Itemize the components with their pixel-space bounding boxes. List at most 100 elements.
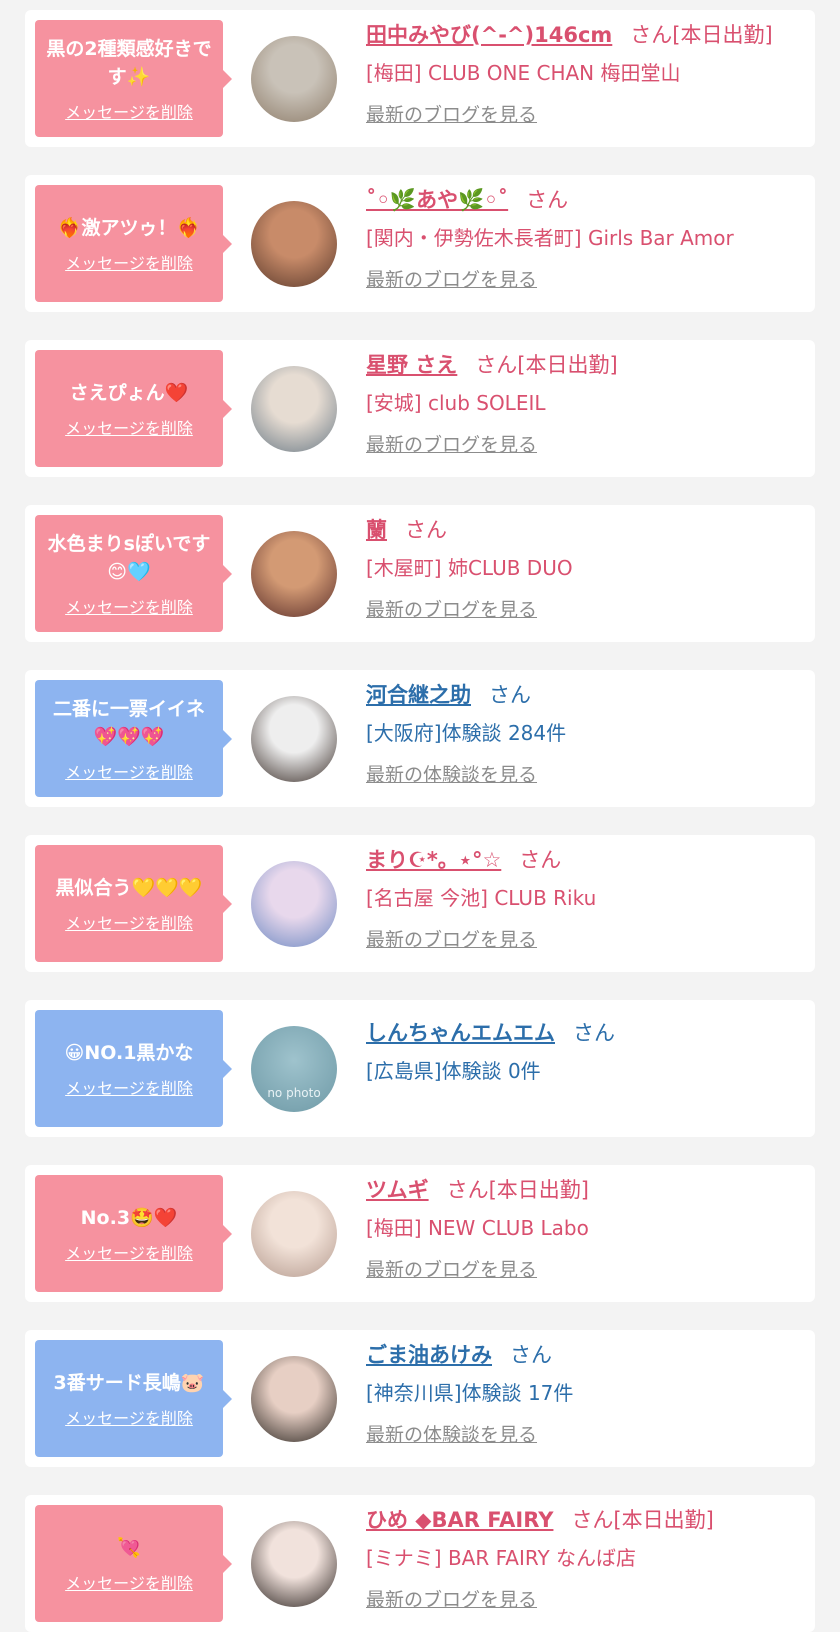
avatar[interactable] — [251, 531, 337, 617]
sender-info: ˚◦🌿あや🌿◦˚ さん [関内・伊勢佐木長者町] Girls Bar Amor 最新の… — [366, 183, 805, 292]
avatar[interactable] — [251, 1356, 337, 1442]
message-text: ❤️‍🔥激アツゥ！❤️‍🔥 — [57, 216, 201, 239]
latest-post-link[interactable]: 最新の体験談を見る — [366, 1420, 537, 1447]
latest-post-link[interactable]: 最新の体験談を見る — [366, 760, 537, 787]
sender-suffix: さん[本日出勤] — [475, 353, 618, 377]
sender-suffix: さん[本日出勤] — [571, 1508, 714, 1532]
sender-line: しんちゃんエムエム さん — [366, 1016, 805, 1050]
message-bubble: 😀NO.1黒かな メッセージを削除 — [35, 1010, 232, 1127]
message-card: 水色まりsぽいです😊🩵 メッセージを削除 蘭さん [木屋町] 姉CLUB DUO 最新の… — [25, 505, 815, 642]
sender-line: ひめ ◆BAR FAIRY さん[本日出勤] — [366, 1503, 805, 1537]
sender-location: [梅田] CLUB ONE CHAN 梅田堂山 — [366, 61, 681, 85]
avatar[interactable] — [251, 1191, 337, 1277]
avatar[interactable] — [251, 366, 337, 452]
sender-location: [広島県]体験談 0件 — [366, 1059, 541, 1083]
message-bubble: No.3🤩❤️ メッセージを削除 — [35, 1175, 232, 1292]
sender-location: [神奈川県]体験談 17件 — [366, 1381, 574, 1405]
sender-name-link[interactable]: まり☪︎*。⋆°☆ — [366, 848, 501, 872]
sender-suffix: さん[本日出勤] — [446, 1178, 589, 1202]
message-text: 水色まりsぽいです😊🩵 — [47, 532, 211, 583]
sender-name-link[interactable]: 河合継之助 — [366, 683, 471, 707]
sender-location: [安城] club SOLEIL — [366, 391, 546, 415]
message-bubble: 3番サード長嶋🐷 メッセージを削除 — [35, 1340, 232, 1457]
sender-suffix: さん — [526, 188, 569, 212]
message-list: 黒の2種類感好きです✨ メッセージを削除 田中みやび(^-^)146cm さん[本日出… — [0, 0, 840, 1632]
message-text: 😀NO.1黒かな — [64, 1041, 194, 1064]
message-card: 😀NO.1黒かな メッセージを削除 no photo しんちゃんエムエム さん [広島県]… — [25, 1000, 815, 1137]
message-text: 💘 — [117, 1536, 141, 1559]
sender-suffix: さん — [510, 1343, 552, 1367]
message-card: 黒の2種類感好きです✨ メッセージを削除 田中みやび(^-^)146cm さん[本日出… — [25, 10, 815, 147]
message-bubble: 黒似合う💛💛💛 メッセージを削除 — [35, 845, 232, 962]
sender-info: ひめ ◆BAR FAIRY さん[本日出勤] [ミナミ] BAR FAIRY なんば… — [366, 1503, 805, 1612]
latest-post-link[interactable]: 最新のブログを見る — [366, 430, 537, 457]
message-bubble: ❤️‍🔥激アツゥ！❤️‍🔥 メッセージを削除 — [35, 185, 232, 302]
message-text: 3番サード長嶋🐷 — [53, 1371, 205, 1394]
message-bubble: さえぴょん❤️ メッセージを削除 — [35, 350, 232, 467]
avatar[interactable] — [251, 36, 337, 122]
message-card: さえぴょん❤️ メッセージを削除 星野 さえ さん[本日出勤] [安城] club SO… — [25, 340, 815, 477]
sender-location: [梅田] NEW CLUB Labo — [366, 1216, 589, 1240]
sender-name-link[interactable]: 田中みやび(^-^)146cm — [366, 23, 612, 47]
delete-message-link[interactable]: メッセージを削除 — [65, 759, 193, 783]
message-bubble: 💘 メッセージを削除 — [35, 1505, 232, 1622]
sender-name-link[interactable]: 星野 さえ — [366, 353, 457, 377]
delete-message-link[interactable]: メッセージを削除 — [65, 1075, 193, 1099]
message-card: ❤️‍🔥激アツゥ！❤️‍🔥 メッセージを削除 ˚◦🌿あや🌿◦˚ さん [関内・伊勢佐木長… — [25, 175, 815, 312]
message-card: 3番サード長嶋🐷 メッセージを削除 ごま油あけみ さん [神奈川県]体験談 17件 最新の… — [25, 1330, 815, 1467]
message-text: 二番に一票イイネ💖💖💖 — [52, 697, 205, 748]
latest-post-link[interactable]: 最新のブログを見る — [366, 925, 537, 952]
message-text: 黒似合う💛💛💛 — [55, 876, 203, 899]
message-text: さえぴょん❤️ — [69, 381, 189, 404]
delete-message-link[interactable]: メッセージを削除 — [65, 1240, 193, 1264]
sender-info: 蘭さん [木屋町] 姉CLUB DUO 最新のブログを見る — [366, 513, 805, 622]
sender-info: 星野 さえ さん[本日出勤] [安城] club SOLEIL 最新のブログを見る — [366, 348, 805, 457]
sender-location: [名古屋 今池] CLUB Riku — [366, 886, 597, 910]
sender-suffix: さん — [405, 518, 447, 542]
sender-info: ツムギ さん[本日出勤] [梅田] NEW CLUB Labo 最新のブログを見る — [366, 1173, 805, 1282]
delete-message-link[interactable]: メッセージを削除 — [65, 594, 193, 618]
sender-line: 田中みやび(^-^)146cm さん[本日出勤] — [366, 18, 805, 52]
sender-line: 蘭さん — [366, 513, 805, 547]
sender-location: [大阪府]体験談 284件 — [366, 721, 567, 745]
sender-line: ごま油あけみ さん — [366, 1338, 805, 1372]
avatar[interactable]: no photo — [251, 1026, 337, 1112]
sender-suffix: さん[本日出勤] — [630, 23, 773, 47]
sender-line: まり☪︎*。⋆°☆ さん — [366, 843, 805, 877]
sender-name-link[interactable]: 蘭 — [366, 518, 387, 542]
sender-info: ごま油あけみ さん [神奈川県]体験談 17件 最新の体験談を見る — [366, 1338, 805, 1447]
delete-message-link[interactable]: メッセージを削除 — [65, 910, 193, 934]
avatar[interactable] — [251, 1521, 337, 1607]
message-card: 黒似合う💛💛💛 メッセージを削除 まり☪︎*。⋆°☆ さん [名古屋 今池] CLUB … — [25, 835, 815, 972]
sender-name-link[interactable]: ˚◦🌿あや🌿◦˚ — [366, 188, 508, 212]
avatar[interactable] — [251, 201, 337, 287]
sender-name-link[interactable]: ツムギ — [366, 1178, 429, 1202]
message-card: No.3🤩❤️ メッセージを削除 ツムギ さん[本日出勤] [梅田] NEW CLUB … — [25, 1165, 815, 1302]
sender-info: しんちゃんエムエム さん [広島県]体験談 0件 — [366, 1008, 805, 1088]
avatar[interactable] — [251, 696, 337, 782]
message-bubble: 水色まりsぽいです😊🩵 メッセージを削除 — [35, 515, 232, 632]
latest-post-link[interactable]: 最新のブログを見る — [366, 100, 537, 127]
message-text: No.3🤩❤️ — [80, 1206, 178, 1229]
sender-name-link[interactable]: しんちゃんエムエム — [366, 1021, 555, 1045]
sender-line: ˚◦🌿あや🌿◦˚ さん — [366, 183, 805, 217]
delete-message-link[interactable]: メッセージを削除 — [65, 250, 193, 274]
message-card: 💘 メッセージを削除 ひめ ◆BAR FAIRY さん[本日出勤] [ミナミ] BAR … — [25, 1495, 815, 1632]
latest-post-link[interactable]: 最新のブログを見る — [366, 595, 537, 622]
sender-suffix: さん — [489, 683, 531, 707]
delete-message-link[interactable]: メッセージを削除 — [65, 1405, 193, 1429]
latest-post-link[interactable]: 最新のブログを見る — [366, 1585, 537, 1612]
sender-location: [木屋町] 姉CLUB DUO — [366, 556, 573, 580]
delete-message-link[interactable]: メッセージを削除 — [65, 99, 193, 123]
avatar[interactable] — [251, 861, 337, 947]
sender-name-link[interactable]: ひめ ◆BAR FAIRY — [366, 1508, 553, 1532]
sender-name-link[interactable]: ごま油あけみ — [366, 1343, 492, 1367]
sender-info: まり☪︎*。⋆°☆ さん [名古屋 今池] CLUB Riku 最新のブログを見る — [366, 843, 805, 952]
latest-post-link[interactable]: 最新のブログを見る — [366, 1255, 537, 1282]
sender-info: 河合継之助 さん [大阪府]体験談 284件 最新の体験談を見る — [366, 678, 805, 787]
delete-message-link[interactable]: メッセージを削除 — [65, 415, 193, 439]
delete-message-link[interactable]: メッセージを削除 — [65, 1570, 193, 1594]
message-card: 二番に一票イイネ💖💖💖 メッセージを削除 河合継之助 さん [大阪府]体験談 284件最… — [25, 670, 815, 807]
latest-post-link[interactable]: 最新のブログを見る — [366, 265, 537, 292]
sender-line: 河合継之助 さん — [366, 678, 805, 712]
